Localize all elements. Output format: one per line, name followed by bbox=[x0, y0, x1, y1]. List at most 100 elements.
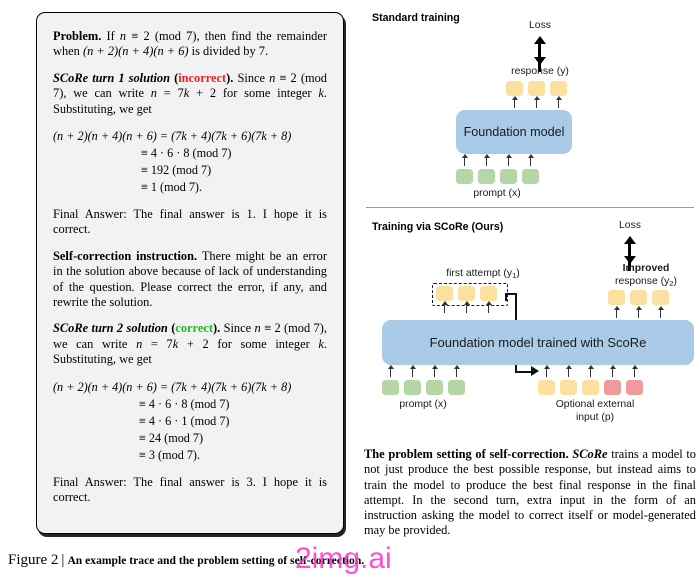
standard-prompt-label: prompt (x) bbox=[473, 188, 521, 199]
score-external-arrow bbox=[609, 365, 617, 377]
score-first-attempt-arrow bbox=[441, 301, 449, 313]
turn2-paragraph: SCoRe turn 2 solution (correct). Since n… bbox=[53, 321, 327, 367]
standard-response-label: response (y) bbox=[511, 66, 569, 77]
standard-response-arrow bbox=[533, 96, 541, 108]
setting-caption-lead: The problem setting of self-correction. bbox=[364, 447, 573, 461]
standard-response-token bbox=[506, 81, 523, 96]
problem-expression: (n + 2)(n + 4)(n + 6) bbox=[82, 44, 189, 59]
turn1-verdict-badge: incorrect bbox=[178, 70, 227, 85]
score-external-token-red bbox=[604, 380, 621, 395]
score-first-attempt-token bbox=[480, 286, 497, 301]
standard-prompt-token bbox=[478, 169, 495, 184]
turn2-text-1: Since bbox=[223, 321, 255, 336]
problem-text-3: is divided by 7. bbox=[188, 44, 269, 59]
turn1-label: SCoRe turn 1 solution bbox=[53, 70, 170, 85]
standard-prompt-token bbox=[456, 169, 473, 184]
score-first-attempt-arrow bbox=[485, 301, 493, 313]
turn1-paragraph: SCoRe turn 1 solution (incorrect). Since… bbox=[53, 71, 327, 117]
turn2-label: SCoRe turn 2 solution bbox=[53, 321, 168, 336]
score-prompt-arrow bbox=[387, 365, 395, 377]
standard-training-title: Standard training bbox=[372, 12, 460, 24]
score-first-attempt-arrow bbox=[463, 301, 471, 313]
turn1-paren-open: ( bbox=[169, 70, 179, 85]
score-external-arrow bbox=[587, 365, 595, 377]
turn1-math-line-3: ≡ 1 (mod 7). bbox=[141, 180, 203, 195]
figure-caption: Figure 2 | An example trace and the proble… bbox=[8, 551, 692, 569]
score-first-attempt-token bbox=[436, 286, 453, 301]
standard-prompt-arrow bbox=[505, 154, 513, 166]
turn2-math-line-4: ≡ 3 (mod 7). bbox=[139, 447, 201, 462]
turn2-math-line-1: ≡ 4 · 6 · 8 (mod 7) bbox=[139, 396, 230, 411]
turn2-verdict-badge: correct bbox=[175, 321, 213, 336]
score-improved-response-label: response (y2) bbox=[596, 276, 696, 288]
turn1-math-line-2: ≡ 192 (mod 7) bbox=[141, 163, 212, 178]
score-external-token-yellow bbox=[560, 380, 577, 395]
turn1-paren-close: ). bbox=[226, 70, 238, 85]
score-prompt-token bbox=[426, 380, 443, 395]
standard-loss-label: Loss bbox=[529, 20, 551, 31]
score-prompt-token bbox=[382, 380, 399, 395]
score-improved-token bbox=[630, 290, 647, 305]
score-external-label-line2: input (p) bbox=[575, 412, 615, 423]
score-prompt-arrow bbox=[453, 365, 461, 377]
figure-caption-text: An example trace and the problem setting… bbox=[67, 554, 365, 567]
right-column: Standard training Loss response (y) Foun… bbox=[360, 0, 700, 581]
turn2-text-4: + 2 for some integer bbox=[178, 336, 319, 351]
standard-prompt-token bbox=[522, 169, 539, 184]
score-external-token-red bbox=[626, 380, 643, 395]
turn1-math-line-0: (n + 2)(n + 4)(n + 6) = (7k + 4)(7k + 6)… bbox=[53, 129, 292, 144]
score-external-token-yellow bbox=[582, 380, 599, 395]
score-first-attempt-token bbox=[458, 286, 475, 301]
score-prompt-token bbox=[448, 380, 465, 395]
score-prompt-arrow bbox=[409, 365, 417, 377]
problem-text-1: If bbox=[106, 29, 120, 43]
score-foundation-model-label: Foundation model trained with ScoRe bbox=[429, 335, 647, 350]
score-external-arrow bbox=[543, 365, 551, 377]
score-prompt-arrow bbox=[431, 365, 439, 377]
turn1-text-1: Since bbox=[237, 70, 270, 85]
problem-label: Problem. bbox=[53, 29, 102, 43]
self-correction-instruction-paragraph: Self-correction instruction. There might… bbox=[53, 249, 327, 311]
turn1-text-4: + 2 for some integer bbox=[189, 86, 319, 101]
score-first-attempt-paren: ) bbox=[516, 268, 520, 279]
score-loss-label: Loss bbox=[619, 220, 641, 231]
standard-response-token bbox=[550, 81, 567, 96]
turn2-math-line-2: ≡ 4 · 6 · 1 (mod 7) bbox=[139, 413, 230, 428]
turn1-math-line-1: ≡ 4 · 6 · 8 (mod 7) bbox=[141, 146, 232, 161]
problem-paragraph: Problem. If n ≡ 2 (mod 7), then find the… bbox=[53, 29, 327, 60]
turn2-math-line-3: ≡ 24 (mod 7) bbox=[139, 430, 204, 445]
standard-prompt-arrow bbox=[483, 154, 491, 166]
instruction-label: Self-correction instruction. bbox=[53, 248, 198, 263]
score-improved-arrow bbox=[657, 306, 665, 318]
turn1-final-answer: Final Answer: The final answer is 1. I h… bbox=[53, 207, 327, 237]
diagram-divider bbox=[366, 207, 694, 209]
standard-prompt-token bbox=[500, 169, 517, 184]
turn2-math-block: (n + 2)(n + 4)(n + 6) = (7k + 4)(7k + 6)… bbox=[53, 379, 327, 464]
score-improved-response-text: response (y bbox=[615, 276, 670, 287]
turn2-final-answer: Final Answer: The final answer is 3. I h… bbox=[53, 474, 327, 505]
standard-foundation-model-label: Foundation model bbox=[463, 125, 565, 139]
score-foundation-model-box: Foundation model trained with ScoRe bbox=[382, 320, 694, 365]
score-training-title: Training via SCoRe (Ours) bbox=[372, 221, 504, 233]
score-improved-arrow bbox=[613, 306, 621, 318]
score-improved-paren: ) bbox=[673, 276, 677, 287]
setting-caption-score-name: SCoRe bbox=[572, 447, 608, 461]
score-prompt-token bbox=[404, 380, 421, 395]
score-loss-double-arrow bbox=[623, 236, 636, 271]
score-external-label-line1: Optional external bbox=[555, 399, 635, 410]
score-external-token-yellow bbox=[538, 380, 555, 395]
standard-loss-double-arrow bbox=[533, 36, 546, 72]
score-first-attempt-label: first attempt (y1) bbox=[428, 268, 538, 280]
turn1-math-block: (n + 2)(n + 4)(n + 6) = (7k + 4)(7k + 6)… bbox=[53, 128, 327, 196]
turn2-text-3: = 7 bbox=[142, 336, 173, 351]
standard-prompt-arrow bbox=[527, 154, 535, 166]
score-improved-label: Improved bbox=[622, 263, 670, 274]
score-improved-token bbox=[608, 290, 625, 305]
figure-number: Figure 2 bbox=[8, 552, 59, 568]
score-external-arrow bbox=[565, 365, 573, 377]
turn2-math-line-0: (n + 2)(n + 4)(n + 6) = (7k + 4)(7k + 6)… bbox=[53, 379, 292, 394]
score-improved-token bbox=[652, 290, 669, 305]
score-prompt-label: prompt (x) bbox=[399, 399, 447, 410]
turn2-paren-close: ). bbox=[212, 321, 224, 336]
standard-response-arrow bbox=[555, 96, 563, 108]
